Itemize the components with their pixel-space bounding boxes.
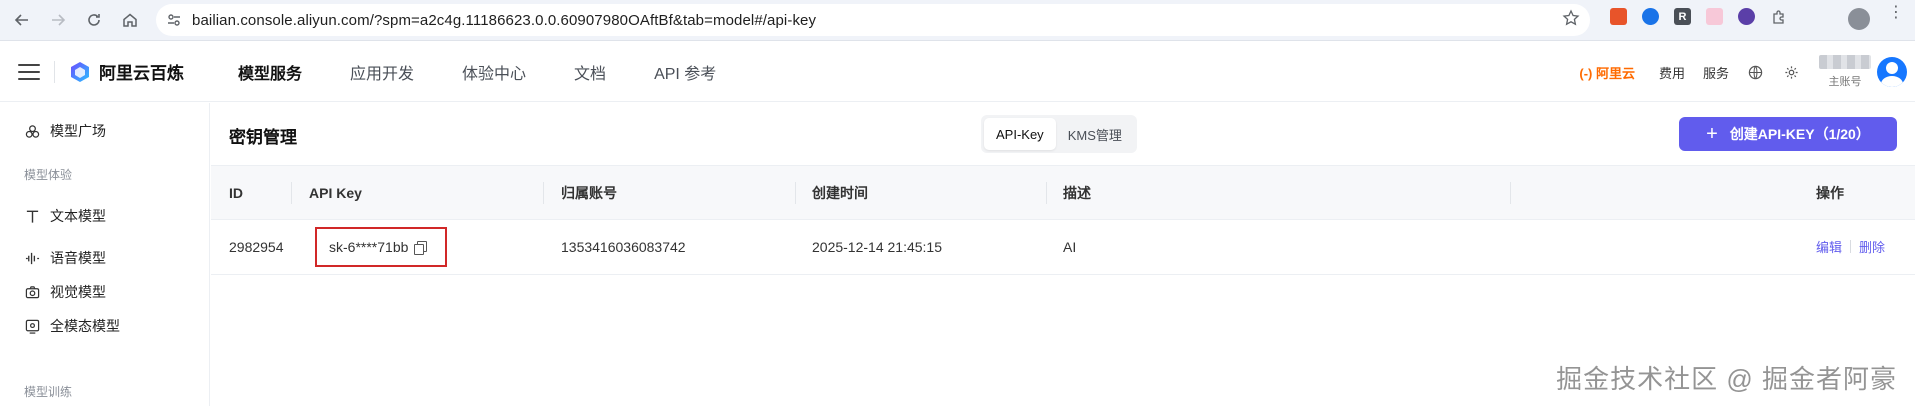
api-key-highlight: sk-6****71bb bbox=[315, 227, 447, 267]
action-divider bbox=[1850, 240, 1852, 253]
sidebar-item-vision-model[interactable]: 视觉模型 bbox=[24, 282, 106, 302]
camera-icon bbox=[24, 284, 40, 300]
tab-kms[interactable]: KMS管理 bbox=[1056, 118, 1134, 150]
table-row: 2982954 sk-6****71bb 1353416036083742 20… bbox=[211, 220, 1915, 275]
url-text: bailian.console.aliyun.com/?spm=a2c4g.11… bbox=[192, 11, 817, 29]
copy-icon[interactable] bbox=[414, 241, 428, 255]
plus-icon: + bbox=[1706, 123, 1718, 145]
extension-purple-icon[interactable] bbox=[1738, 8, 1755, 25]
col-api-key: API Key bbox=[309, 184, 362, 201]
browser-menu-icon[interactable]: ⋮ bbox=[1888, 5, 1904, 21]
col-account: 归属账号 bbox=[561, 184, 617, 201]
cell-desc: AI bbox=[1063, 238, 1077, 255]
omni-icon bbox=[24, 318, 40, 334]
extensions-tray: R bbox=[1610, 8, 1787, 25]
sidebar-item-label: 模型广场 bbox=[50, 123, 106, 139]
delete-link[interactable]: 删除 bbox=[1859, 237, 1885, 256]
edit-link[interactable]: 编辑 bbox=[1816, 237, 1842, 256]
col-actions: 操作 bbox=[1816, 184, 1844, 201]
nav-app-dev[interactable]: 应用开发 bbox=[350, 60, 414, 84]
nav-docs[interactable]: 文档 bbox=[574, 60, 606, 84]
col-divider bbox=[291, 182, 292, 204]
globe-icon[interactable] bbox=[1747, 64, 1763, 80]
extension-orange-icon[interactable] bbox=[1610, 8, 1627, 25]
col-divider bbox=[543, 182, 544, 204]
bailian-logo-icon bbox=[71, 61, 89, 82]
home-icon[interactable] bbox=[116, 6, 144, 34]
sidebar-item-text-model[interactable]: 文本模型 bbox=[24, 206, 106, 226]
cell-created: 2025-12-14 21:45:15 bbox=[812, 238, 942, 255]
col-id: ID bbox=[229, 184, 243, 201]
site-info-icon[interactable] bbox=[162, 8, 186, 32]
account-type: 主账号 bbox=[1828, 76, 1862, 88]
sidebar-item-label: 语音模型 bbox=[50, 250, 106, 266]
product-logo[interactable]: 阿里云百炼 bbox=[69, 59, 184, 84]
text-icon bbox=[24, 208, 40, 224]
cell-api-key: sk-6****71bb bbox=[329, 239, 409, 255]
sidebar-item-label: 文本模型 bbox=[50, 208, 106, 224]
model-plaza-icon bbox=[24, 123, 40, 139]
avatar[interactable] bbox=[1877, 57, 1907, 87]
forward-icon[interactable] bbox=[44, 6, 72, 34]
sidebar-item-audio-model[interactable]: 语音模型 bbox=[24, 248, 106, 268]
billing-link[interactable]: 费用 bbox=[1659, 63, 1685, 82]
col-divider bbox=[795, 182, 796, 204]
browser-toolbar: bailian.console.aliyun.com/?spm=a2c4g.11… bbox=[0, 0, 1915, 41]
top-nav: 模型服务 应用开发 体验中心 文档 API 参考 bbox=[238, 60, 764, 84]
hamburger-menu-icon[interactable] bbox=[18, 61, 40, 83]
sidebar: 模型广场 模型体验 文本模型 语音模型 视觉模型 全模态模型 模型训练 bbox=[0, 103, 210, 406]
sidebar-item-label: 全模态模型 bbox=[50, 318, 120, 334]
extension-pink-icon[interactable] bbox=[1706, 8, 1723, 25]
tab-api-key[interactable]: API-Key bbox=[984, 118, 1056, 150]
gear-icon[interactable] bbox=[1783, 64, 1799, 80]
address-bar[interactable]: bailian.console.aliyun.com/?spm=a2c4g.11… bbox=[156, 4, 1590, 36]
col-created: 创建时间 bbox=[812, 184, 868, 201]
sidebar-item-label: 视觉模型 bbox=[50, 284, 106, 300]
cell-id: 2982954 bbox=[229, 238, 284, 255]
nav-experience-center[interactable]: 体验中心 bbox=[462, 60, 526, 84]
bookmark-star-icon[interactable] bbox=[1562, 9, 1580, 30]
sidebar-item-model-plaza[interactable]: 模型广场 bbox=[24, 121, 106, 141]
browser-profile-icon[interactable] bbox=[1848, 8, 1870, 30]
col-divider bbox=[1510, 182, 1511, 204]
account-info[interactable]: 主账号 bbox=[1819, 55, 1871, 89]
extension-download-icon[interactable] bbox=[1642, 8, 1659, 25]
audio-wave-icon bbox=[24, 250, 40, 266]
page-title: 密钥管理 bbox=[229, 128, 297, 147]
header-right: (-) 阿里云 费用 服务 主账号 bbox=[1579, 42, 1915, 102]
nav-api-reference[interactable]: API 参考 bbox=[654, 60, 716, 84]
header-divider bbox=[54, 60, 55, 83]
watermark: 掘金技术社区 @ 掘金者阿豪 bbox=[1556, 364, 1897, 394]
back-icon[interactable] bbox=[8, 6, 36, 34]
key-type-tabs: API-Key KMS管理 bbox=[981, 115, 1137, 153]
create-api-key-button[interactable]: + 创建API-KEY（1/20） bbox=[1679, 117, 1897, 151]
aliyun-logo[interactable]: (-) 阿里云 bbox=[1579, 63, 1635, 82]
service-link[interactable]: 服务 bbox=[1703, 63, 1729, 82]
sidebar-item-omni-model[interactable]: 全模态模型 bbox=[24, 316, 120, 336]
create-api-key-label: 创建API-KEY（1/20） bbox=[1729, 126, 1870, 142]
col-divider bbox=[1046, 182, 1047, 204]
account-name-blurred bbox=[1819, 55, 1871, 69]
extension-r-icon[interactable]: R bbox=[1674, 8, 1691, 25]
sidebar-group-model-experience: 模型体验 bbox=[24, 168, 73, 182]
nav-model-service[interactable]: 模型服务 bbox=[238, 60, 302, 84]
api-key-table: ID API Key 归属账号 创建时间 描述 操作 2982954 sk-6*… bbox=[211, 165, 1915, 275]
col-desc: 描述 bbox=[1063, 184, 1091, 201]
cell-actions: 编辑 删除 bbox=[1816, 220, 1885, 273]
cell-account: 1353416036083742 bbox=[561, 238, 686, 255]
product-name: 阿里云百炼 bbox=[99, 64, 184, 83]
extensions-puzzle-icon[interactable] bbox=[1770, 8, 1787, 25]
table-header: ID API Key 归属账号 创建时间 描述 操作 bbox=[211, 165, 1915, 220]
sidebar-group-model-training: 模型训练 bbox=[24, 385, 73, 399]
app-header: 阿里云百炼 模型服务 应用开发 体验中心 文档 API 参考 (-) 阿里云 费… bbox=[0, 42, 1915, 102]
reload-icon[interactable] bbox=[80, 6, 108, 34]
